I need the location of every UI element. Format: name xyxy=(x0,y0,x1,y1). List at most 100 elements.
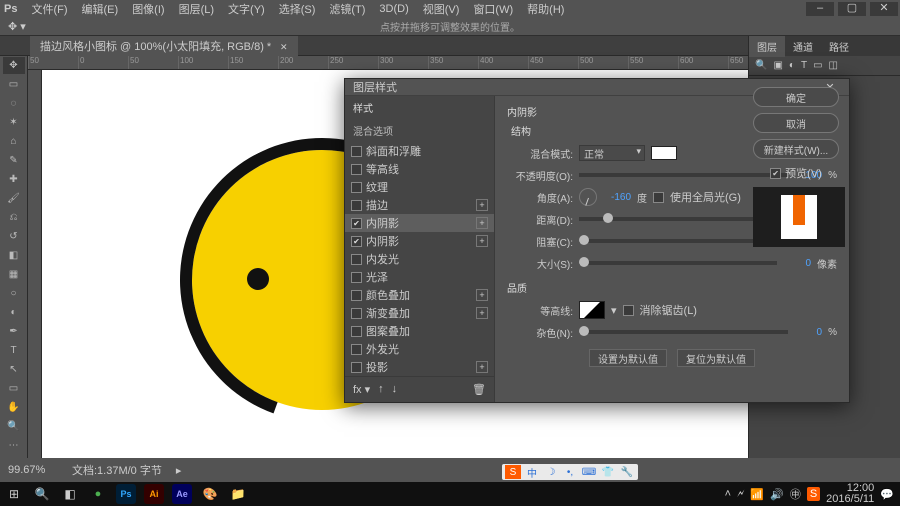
distance-slider[interactable] xyxy=(579,217,777,221)
history-brush-tool[interactable]: ↺ xyxy=(3,228,25,245)
style-checkbox[interactable] xyxy=(351,182,362,193)
arrow-up-icon[interactable]: ↑ xyxy=(378,383,384,396)
document-tab[interactable]: 描边风格小图标 @ 100%(小太阳填充, RGB/8) * ✕ xyxy=(30,35,298,56)
hand-tool[interactable]: ✋ xyxy=(3,399,25,416)
more-icon[interactable]: ⋯ xyxy=(3,437,25,454)
menu-view[interactable]: 视图(V) xyxy=(417,0,466,18)
ime-keyboard-icon[interactable]: ⌨ xyxy=(581,465,597,479)
tab-paths[interactable]: 路径 xyxy=(821,36,857,57)
reset-default-button[interactable]: 复位为默认值 xyxy=(677,349,755,367)
style-checkbox[interactable] xyxy=(351,236,362,247)
eraser-tool[interactable]: ◧ xyxy=(3,247,25,264)
sogou-icon[interactable]: S xyxy=(505,465,521,479)
style-checkbox[interactable] xyxy=(351,200,362,211)
menu-edit[interactable]: 编辑(E) xyxy=(76,0,125,18)
ime-widget-strip[interactable]: S 中 ☽ •, ⌨ 👕 🔧 xyxy=(502,464,638,480)
kind-adjust-icon[interactable]: ◐ xyxy=(789,60,795,71)
dodge-tool[interactable]: ◐ xyxy=(3,304,25,321)
brush-tool[interactable]: 🖌 xyxy=(3,190,25,207)
minimize-button[interactable]: – xyxy=(806,2,834,16)
tray-ime-icon[interactable]: ㊥ xyxy=(790,486,801,502)
cancel-button[interactable]: 取消 xyxy=(753,113,839,133)
antialias-checkbox[interactable] xyxy=(623,305,634,316)
add-effect-icon[interactable]: + xyxy=(476,289,488,301)
style-row-2[interactable]: 纹理 xyxy=(345,178,494,196)
size-value[interactable]: 0 xyxy=(783,258,811,269)
add-effect-icon[interactable]: + xyxy=(476,199,488,211)
shadow-color-chip[interactable] xyxy=(651,146,677,160)
tray-battery-icon[interactable]: 🗲 xyxy=(737,488,744,501)
style-row-10[interactable]: 图案叠加 xyxy=(345,322,494,340)
stamp-tool[interactable]: ⎌ xyxy=(3,209,25,226)
style-row-8[interactable]: 颜色叠加+ xyxy=(345,286,494,304)
style-checkbox[interactable] xyxy=(351,344,362,355)
preview-checkbox[interactable] xyxy=(770,168,781,179)
maximize-button[interactable]: ▢ xyxy=(838,2,866,16)
ime-skin-icon[interactable]: 👕 xyxy=(600,465,616,479)
style-row-6[interactable]: 内发光 xyxy=(345,250,494,268)
eyedropper-tool[interactable]: ✎ xyxy=(3,152,25,169)
styles-header[interactable]: 样式 xyxy=(345,96,494,119)
style-checkbox[interactable] xyxy=(351,362,362,373)
tray-notifications-icon[interactable]: 💬 xyxy=(880,488,894,501)
tray-chevron-icon[interactable]: ˄ xyxy=(725,488,731,500)
crop-tool[interactable]: ⌂ xyxy=(3,133,25,150)
tab-close-icon[interactable]: ✕ xyxy=(280,42,288,52)
pen-tool[interactable]: ✒ xyxy=(3,323,25,340)
noise-slider[interactable] xyxy=(579,330,788,334)
zoom-level[interactable]: 99.67% xyxy=(8,464,58,476)
menu-layer[interactable]: 图层(L) xyxy=(173,0,220,18)
taskview-icon[interactable]: ◧ xyxy=(56,482,84,506)
fx-icon[interactable]: fx ▾ xyxy=(353,383,370,396)
ime-cn-icon[interactable]: 中 xyxy=(524,465,540,479)
style-checkbox[interactable] xyxy=(351,308,362,319)
path-tool[interactable]: ↖ xyxy=(3,361,25,378)
move-tool[interactable]: ✥ xyxy=(3,57,25,74)
marquee-tool[interactable]: ▭ xyxy=(3,76,25,93)
menu-filter[interactable]: 滤镜(T) xyxy=(323,0,371,18)
angle-value[interactable]: -160 xyxy=(603,192,631,203)
start-button[interactable]: ⊞ xyxy=(0,482,28,506)
tray-wifi-icon[interactable]: 📶 xyxy=(750,488,764,501)
blur-tool[interactable]: ○ xyxy=(3,285,25,302)
style-checkbox[interactable] xyxy=(351,290,362,301)
add-effect-icon[interactable]: + xyxy=(476,307,488,319)
shape-tool[interactable]: ▭ xyxy=(3,380,25,397)
ae-taskbar-icon[interactable]: Ae xyxy=(168,482,196,506)
style-checkbox[interactable] xyxy=(351,254,362,265)
global-light-checkbox[interactable] xyxy=(653,192,664,203)
tray-volume-icon[interactable]: 🔊 xyxy=(770,488,784,501)
style-row-7[interactable]: 光泽 xyxy=(345,268,494,286)
filter-icon[interactable]: 🔍 xyxy=(755,60,767,71)
kind-image-icon[interactable]: ▣ xyxy=(773,60,782,71)
style-row-1[interactable]: 等高线 xyxy=(345,160,494,178)
style-checkbox[interactable] xyxy=(351,218,362,229)
kind-shape-icon[interactable]: ▭ xyxy=(813,60,822,71)
style-row-3[interactable]: 描边+ xyxy=(345,196,494,214)
style-checkbox[interactable] xyxy=(351,272,362,283)
size-slider[interactable] xyxy=(579,261,777,265)
search-icon[interactable]: 🔍 xyxy=(28,482,56,506)
style-row-0[interactable]: 斜面和浮雕 xyxy=(345,142,494,160)
chevron-right-icon[interactable]: ▸ xyxy=(176,464,182,477)
ok-button[interactable]: 确定 xyxy=(753,87,839,107)
new-style-button[interactable]: 新建样式(W)... xyxy=(753,139,839,159)
trash-icon[interactable]: 🗑 xyxy=(472,383,486,396)
style-checkbox[interactable] xyxy=(351,164,362,175)
ime-moon-icon[interactable]: ☽ xyxy=(543,465,559,479)
blend-options[interactable]: 混合选项 xyxy=(345,119,494,142)
style-checkbox[interactable] xyxy=(351,146,362,157)
tray-sogou-icon[interactable]: S xyxy=(807,487,820,501)
tray-clock[interactable]: 12:00 2016/5/11 xyxy=(826,483,874,505)
chrome-icon[interactable]: ● xyxy=(84,482,112,506)
tab-channels[interactable]: 通道 xyxy=(785,36,821,57)
menu-file[interactable]: 文件(F) xyxy=(25,0,73,18)
noise-value[interactable]: 0 xyxy=(794,327,822,338)
style-row-12[interactable]: 投影+ xyxy=(345,358,494,376)
style-row-9[interactable]: 渐变叠加+ xyxy=(345,304,494,322)
ime-tool-icon[interactable]: 🔧 xyxy=(619,465,635,479)
add-effect-icon[interactable]: + xyxy=(476,235,488,247)
contour-picker[interactable] xyxy=(579,301,605,319)
style-checkbox[interactable] xyxy=(351,326,362,337)
ai-taskbar-icon[interactable]: Ai xyxy=(140,482,168,506)
